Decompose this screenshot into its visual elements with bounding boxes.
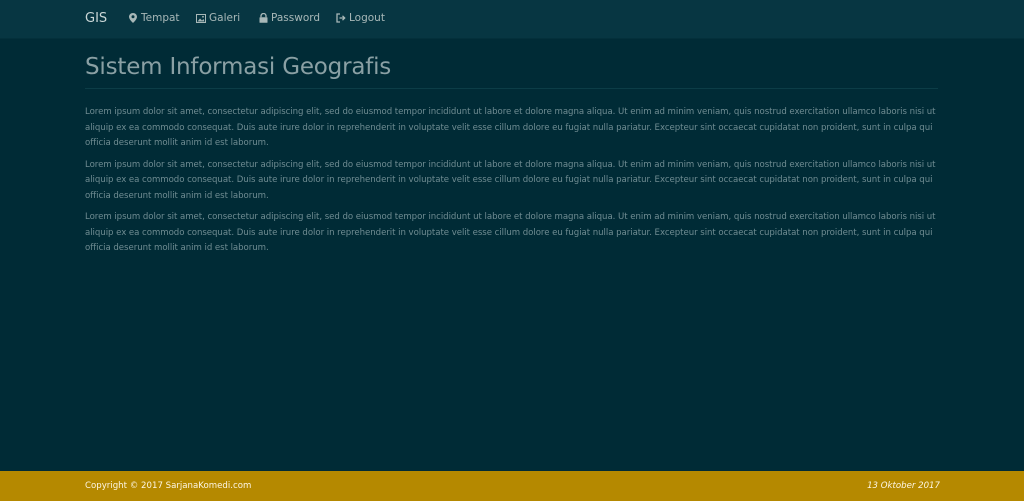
footer-date: 13 Oktober 2017: [867, 481, 940, 491]
nav-item-galeri[interactable]: Galeri: [196, 12, 240, 24]
main-content: Sistem Informasi Geografis Lorem ipsum d…: [85, 54, 938, 263]
footer: Copyright © 2017 SarjanaKomedi.com 13 Ok…: [0, 471, 1024, 501]
paragraph: Lorem ipsum dolor sit amet, consectetur …: [85, 107, 936, 148]
paragraph: Lorem ipsum dolor sit amet, consectetur …: [85, 212, 936, 253]
nav-item-label: Password: [271, 12, 321, 24]
nav-item-label: Logout: [349, 12, 385, 24]
picture-icon: [196, 13, 206, 23]
nav-item-logout[interactable]: Logout: [336, 12, 385, 24]
nav-item-tempat[interactable]: Tempat: [128, 12, 180, 24]
body-text: Lorem ipsum dolor sit amet, consectetur …: [85, 105, 938, 257]
nav-item-label: Tempat: [141, 12, 180, 24]
page-title: Sistem Informasi Geografis: [85, 54, 938, 89]
brand-link[interactable]: GIS: [85, 11, 107, 26]
lock-icon: [258, 13, 268, 23]
paragraph: Lorem ipsum dolor sit amet, consectetur …: [85, 159, 936, 201]
top-navbar: GIS Tempat Galeri Password Logout: [0, 0, 1024, 39]
nav-item-label: Galeri: [209, 12, 241, 24]
copyright-text: Copyright © 2017 SarjanaKomedi.com: [85, 481, 252, 491]
logout-icon: [336, 13, 346, 23]
map-marker-icon: [128, 13, 138, 23]
nav-item-password[interactable]: Password: [258, 12, 320, 24]
